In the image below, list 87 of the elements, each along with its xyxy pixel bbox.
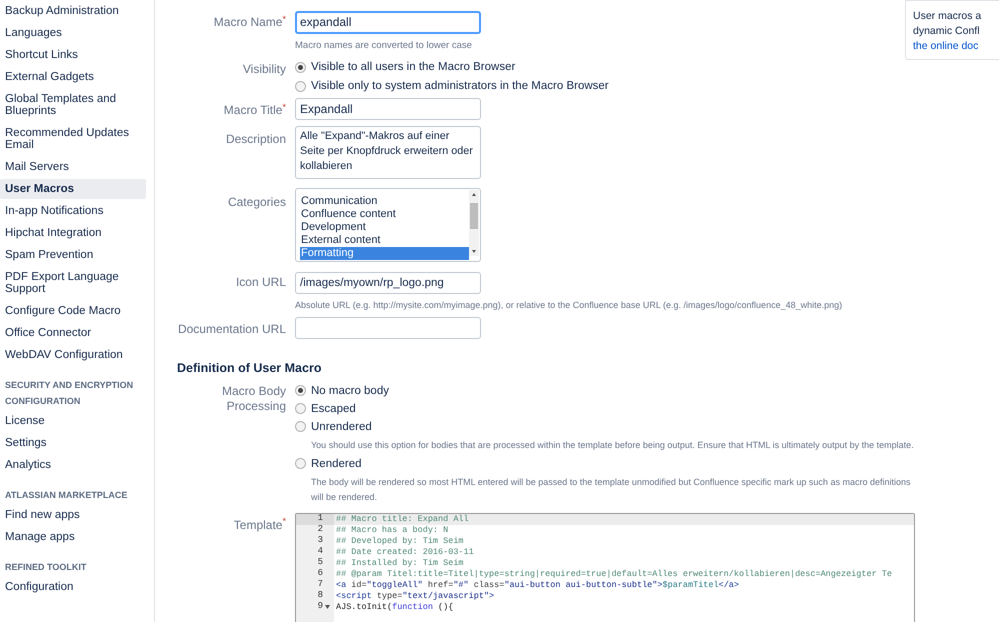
code-line: ## Date created: 2016-03-11 [335, 546, 475, 558]
section-heading: SECURITY AND ENCRYPTION CONFIGURATION [4, 379, 134, 408]
sidebar-item[interactable]: Spam Prevention [0, 245, 146, 265]
sidebar-item[interactable]: Recommended Updates Email [0, 123, 146, 155]
field-label: Macro Body Processing [222, 384, 286, 412]
code-line: AJS.toInit(function (){ [335, 602, 454, 612]
section-heading: ATLASSIAN MARKETPLACE [4, 489, 128, 502]
radio-label[interactable]: Visible only to system administrators in the Macro Browser [311, 79, 609, 94]
field-label: Macro Name [214, 15, 282, 29]
radio-label[interactable]: No macro body [311, 384, 389, 398]
macro-title-input[interactable]: Expandall [295, 98, 481, 120]
field-label: Categories [228, 195, 286, 210]
line-number: 7 [318, 578, 323, 591]
radio-button[interactable] [295, 385, 306, 396]
scrollbar-drawing [469, 190, 479, 256]
hint-text: You should use this option for bodies that are processed within the template before being output. Ensure that HTML is ultimately output by the template. [310, 438, 915, 452]
line-number: 8 [318, 589, 323, 602]
list-option[interactable]: Communication [300, 195, 469, 208]
sidebar-item[interactable]: In-app Notifications [0, 201, 146, 221]
list-option[interactable]: Development [300, 221, 469, 234]
field-label: Macro Title [224, 103, 282, 118]
code-line: <a id="toggleAll" href="#" class="aui-button aui-button-subtle">$paramTitel</a> [335, 580, 740, 590]
radio-label[interactable]: Visible to all users in the Macro Browser [311, 60, 516, 74]
required-mark: * [282, 14, 286, 24]
required-mark: * [282, 516, 286, 526]
hint-text: Absolute URL (e.g. http://mysite.com/myimage.png), or relative to the Confluence base URL (e.g. /images/logo/confluence_48_white.png) [295, 299, 842, 312]
sidebar-item[interactable]: Analytics [0, 455, 146, 475]
sidebar-item[interactable]: Hipchat Integration [0, 223, 146, 243]
field-label: Documentation URL [178, 322, 286, 336]
sidebar-item[interactable]: PDF Export Language Support [0, 267, 146, 299]
info-text: dynamic Confl [913, 24, 981, 39]
sidebar-item[interactable]: Configure Code Macro [0, 301, 146, 321]
code-line: ## Macro has a body: N [335, 524, 450, 536]
radio-button[interactable] [295, 62, 306, 73]
hint-text: Macro names are converted to lower case [295, 39, 473, 53]
sidebar-item[interactable]: External Gadgets [0, 67, 146, 87]
code-line: ## @param Titel:title=Titel|type=string|required=true|default=Alles erweitern/kollabieren|desc=Angezeigter Te [335, 568, 893, 580]
radio-label[interactable]: Escaped [311, 402, 356, 416]
line-number: 2 [318, 523, 323, 536]
radio-button[interactable] [295, 421, 306, 432]
sidebar-item[interactable]: License [0, 411, 146, 431]
sidebar-item[interactable]: Settings [0, 433, 146, 453]
hint-text: The body will be rendered so most HTML entered will be passed to the template unmodified but Confluence specific mark up such as macro definitions will be rendered. [310, 476, 912, 504]
required-mark: * [282, 102, 286, 112]
list-option[interactable]: Formatting [300, 247, 469, 260]
documentation-link[interactable]: the online doc [913, 39, 999, 54]
radio-button[interactable] [295, 403, 306, 414]
code-line: ## Developed by: Tim Seim [335, 536, 465, 546]
macro-name-input[interactable]: expandall [295, 10, 481, 34]
radio-button[interactable] [295, 458, 306, 469]
line-number: 9 [318, 600, 323, 614]
sidebar-item[interactable]: Find new apps [0, 505, 146, 525]
sidebar-item[interactable]: Global Templates and Blueprints [0, 89, 146, 121]
radio-label[interactable]: Unrendered [311, 420, 372, 434]
code-line: ## Installed by: Tim Seim [335, 558, 465, 568]
sidebar-item[interactable]: User Macros [0, 179, 146, 199]
radio-button[interactable] [295, 80, 306, 92]
list-option[interactable]: Confluence content [300, 208, 469, 222]
section-heading: REFINED TOOLKIT [4, 561, 88, 574]
list-option[interactable]: External content [300, 234, 469, 248]
sidebar-item[interactable]: Manage apps [0, 527, 146, 547]
categories-listbox[interactable]: Communication Confluence content Development External content Formatting [295, 188, 481, 262]
radio-label[interactable]: Rendered [311, 456, 362, 470]
line-number: 6 [318, 567, 323, 580]
sidebar-item[interactable]: WebDAV Configuration [0, 345, 146, 365]
sidebar-item[interactable]: Languages [0, 23, 146, 43]
sidebar-item[interactable]: Office Connector [0, 323, 146, 343]
code-line: <script type="text/javascript"> [335, 590, 496, 602]
sidebar-item[interactable]: Shortcut Links [0, 45, 146, 65]
line-number: 3 [318, 534, 323, 547]
field-label: Template [234, 518, 282, 532]
code-editor[interactable] [295, 512, 915, 622]
line-number: 4 [318, 545, 323, 558]
section-heading: Definition of User Macro [177, 360, 322, 377]
field-label: Visibility [242, 62, 286, 76]
sidebar-item[interactable]: Backup Administration [0, 1, 146, 21]
line-number: 1 [318, 514, 323, 525]
line-number: 5 [318, 556, 323, 569]
fold-caret-icon[interactable] [325, 605, 330, 609]
description-textarea[interactable]: Alle "Expand"-Makros auf einer Seite per Knopfdruck erweitern oder kollabieren [295, 126, 481, 180]
info-text: User macros a [913, 9, 982, 24]
field-label: Description [226, 132, 286, 146]
sidebar-item[interactable]: Mail Servers [0, 157, 146, 177]
documentation-url-input[interactable] [295, 316, 481, 339]
sidebar-item[interactable]: Configuration [0, 577, 146, 597]
icon-url-input[interactable]: /images/myown/rp_logo.png [295, 272, 481, 294]
field-label: Icon URL [236, 275, 286, 290]
